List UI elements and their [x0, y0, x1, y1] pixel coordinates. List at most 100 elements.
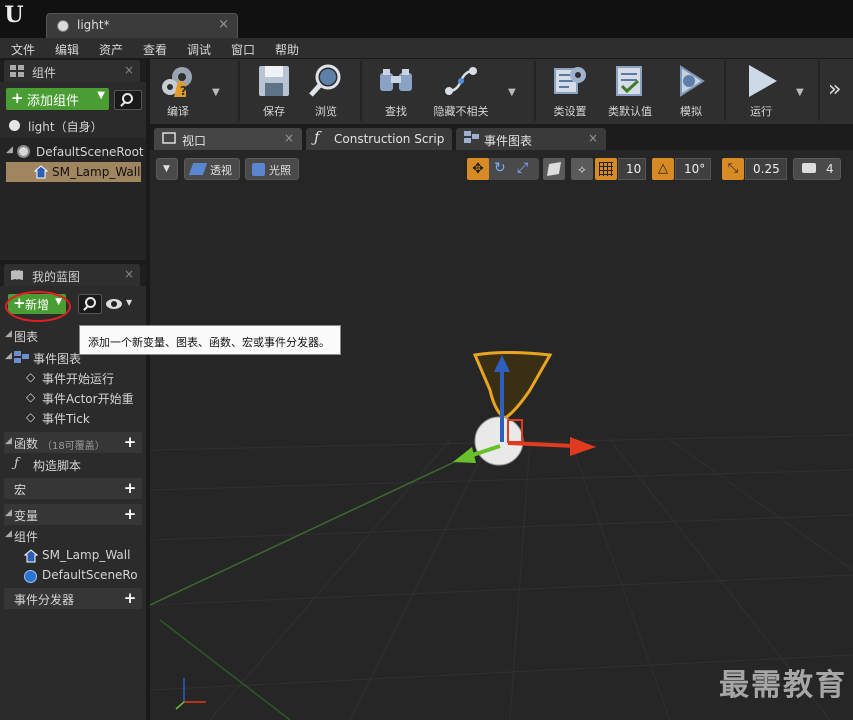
- y-arrow-head: [453, 447, 476, 463]
- hide-unrelated-button[interactable]: 隐藏不相关: [426, 59, 496, 125]
- tree-item-sm-lamp-wall[interactable]: SM_Lamp_Wall: [6, 162, 141, 182]
- menu-debug[interactable]: 调试: [187, 41, 211, 58]
- document-tab[interactable]: light* ×: [46, 13, 238, 38]
- menu-asset[interactable]: 资产: [99, 41, 123, 58]
- save-button[interactable]: 保存: [252, 59, 296, 125]
- perspective-button[interactable]: 透视: [184, 158, 240, 180]
- world-local-toggle-icon[interactable]: [543, 158, 565, 180]
- transform-mode-group: ✥ ↻ ⤢: [467, 158, 539, 180]
- camera-speed-button[interactable]: 4: [793, 158, 841, 180]
- tab-construction-script[interactable]: ƒ Construction Scrip: [306, 128, 452, 150]
- component-variable-label: SM_Lamp_Wall: [42, 548, 131, 562]
- play-button[interactable]: 运行: [736, 59, 786, 125]
- surface-snapping-icon[interactable]: ⟡: [571, 158, 593, 180]
- find-icon: [380, 69, 412, 91]
- compile-options-chevron-icon[interactable]: ▼: [212, 87, 220, 98]
- component-variable-sm-lamp-wall[interactable]: SM_Lamp_Wall: [0, 546, 146, 566]
- translate-mode-icon[interactable]: ✥: [467, 158, 489, 180]
- viewport[interactable]: ▼ 透视 光照 ✥ ↻ ⤢ ⟡ 10 △ 10° ⤡ 0.25 4 最需教育: [150, 150, 853, 720]
- close-icon[interactable]: ×: [124, 267, 134, 281]
- menu-window[interactable]: 窗口: [231, 41, 255, 58]
- expand-arrow-icon[interactable]: ◢: [5, 436, 12, 446]
- tab-event-graph[interactable]: 事件图表 ×: [456, 128, 606, 150]
- expand-arrow-icon[interactable]: ◢: [5, 529, 12, 539]
- play-options-chevron-icon[interactable]: ▼: [796, 87, 804, 98]
- expand-arrow-icon[interactable]: ◢: [5, 351, 12, 361]
- menu-view[interactable]: 查看: [143, 41, 167, 58]
- macros-section[interactable]: 宏 +: [4, 478, 142, 499]
- lit-mode-label: 光照: [269, 164, 291, 177]
- construction-script-item[interactable]: ƒ 构造脚本: [0, 455, 146, 475]
- grid-snap-value[interactable]: 10: [618, 158, 646, 180]
- component-variable-label: DefaultSceneRo: [42, 568, 138, 582]
- event-item-begin-play[interactable]: ◇ 事件开始运行: [0, 368, 146, 388]
- expand-arrow-icon[interactable]: ◢: [5, 508, 12, 518]
- search-button[interactable]: [114, 90, 142, 110]
- add-component-button[interactable]: + 添加组件 ▼: [6, 88, 109, 110]
- components-category-label: 组件: [14, 530, 39, 544]
- simulate-button[interactable]: 模拟: [668, 59, 714, 125]
- functions-label: 函数: [14, 437, 39, 451]
- scale-snap-icon[interactable]: ⤡: [722, 158, 744, 180]
- find-button[interactable]: 查找: [372, 59, 420, 125]
- rotation-snap-value[interactable]: 10°: [675, 158, 711, 180]
- viewport-options-button[interactable]: ▼: [156, 158, 178, 180]
- add-event-dispatcher-button[interactable]: +: [122, 590, 138, 606]
- chevron-down-icon: ▼: [97, 90, 105, 101]
- blueprint-search-button[interactable]: [78, 294, 102, 314]
- rotation-snap-icon[interactable]: △: [652, 158, 674, 180]
- components-category[interactable]: ◢ 组件: [0, 526, 146, 546]
- close-icon[interactable]: ×: [218, 17, 229, 32]
- event-item-actor-begin-overlap[interactable]: ◇ 事件Actor开始重: [0, 388, 146, 408]
- event-dispatchers-section[interactable]: 事件分发器 +: [4, 588, 142, 609]
- tree-item-defaultsceneroot[interactable]: ◢ DefaultSceneRoot: [0, 142, 146, 162]
- close-icon[interactable]: ×: [284, 131, 294, 145]
- compile-button[interactable]: ? 编译: [154, 59, 202, 125]
- toolbar-overflow-icon[interactable]: »: [828, 77, 841, 102]
- toolbar: ? 编译 ▼ 保存 浏览 查找 隐藏不相关 ▼ 类设置 类默认值 模拟 运行 ▼…: [150, 59, 853, 125]
- variables-section[interactable]: ◢ 变量 +: [4, 504, 142, 525]
- grid-snap-icon[interactable]: [595, 158, 617, 180]
- add-new-tooltip: 添加一个新变量、图表、函数、宏或事件分发器。: [79, 325, 341, 355]
- chevron-down-icon: ▼: [126, 298, 133, 307]
- menu-help[interactable]: 帮助: [275, 41, 299, 58]
- expand-arrow-icon[interactable]: ◢: [6, 145, 13, 155]
- chevron-down-icon: ▼: [163, 164, 170, 174]
- hide-unrelated-icon: [445, 67, 477, 95]
- components-tab[interactable]: 组件 ×: [4, 60, 140, 82]
- self-row[interactable]: light（自身）: [0, 116, 146, 136]
- hide-unrelated-options-chevron-icon[interactable]: ▼: [508, 87, 516, 98]
- scale-mode-icon[interactable]: ⤢: [517, 160, 528, 176]
- class-defaults-button[interactable]: 类默认值: [602, 59, 658, 125]
- add-variable-button[interactable]: +: [122, 506, 138, 522]
- my-blueprint-tab[interactable]: 我的蓝图 ×: [4, 264, 140, 286]
- tab-viewport[interactable]: 视口 ×: [154, 128, 302, 150]
- lit-mode-button[interactable]: 光照: [245, 158, 299, 180]
- browse-button[interactable]: 浏览: [304, 59, 348, 125]
- tab-label: 视口: [182, 134, 207, 148]
- add-macro-button[interactable]: +: [122, 480, 138, 496]
- class-settings-button[interactable]: 类设置: [546, 59, 594, 125]
- expand-arrow-icon[interactable]: ◢: [5, 329, 12, 339]
- functions-section[interactable]: ◢ 函数 （18可覆盖） +: [4, 432, 142, 453]
- menu-edit[interactable]: 编辑: [55, 41, 79, 58]
- eye-icon[interactable]: ▼: [106, 298, 133, 310]
- plus-icon: +: [11, 89, 24, 107]
- event-item-tick[interactable]: ◇ 事件Tick: [0, 408, 146, 428]
- event-graph-icon: [14, 351, 29, 363]
- add-function-button[interactable]: +: [122, 434, 138, 450]
- scale-snap-value[interactable]: 0.25: [745, 158, 787, 180]
- lit-cube-icon: [252, 163, 265, 176]
- event-node-icon: ◇: [26, 410, 36, 424]
- component-variable-defaultsceneroot[interactable]: DefaultSceneRo: [0, 566, 146, 586]
- function-icon: ƒ: [14, 456, 19, 471]
- simulate-label: 模拟: [680, 105, 702, 118]
- close-icon[interactable]: ×: [588, 131, 598, 145]
- close-icon[interactable]: ×: [124, 63, 134, 77]
- editor-tabs: 视口 × ƒ Construction Scrip 事件图表 ×: [150, 125, 853, 150]
- tab-label: Construction Scrip: [334, 132, 445, 146]
- rotate-mode-icon[interactable]: ↻: [494, 160, 506, 176]
- lamp-shade[interactable]: [472, 351, 553, 420]
- toolbar-separator: [238, 61, 240, 121]
- menu-file[interactable]: 文件: [11, 41, 35, 58]
